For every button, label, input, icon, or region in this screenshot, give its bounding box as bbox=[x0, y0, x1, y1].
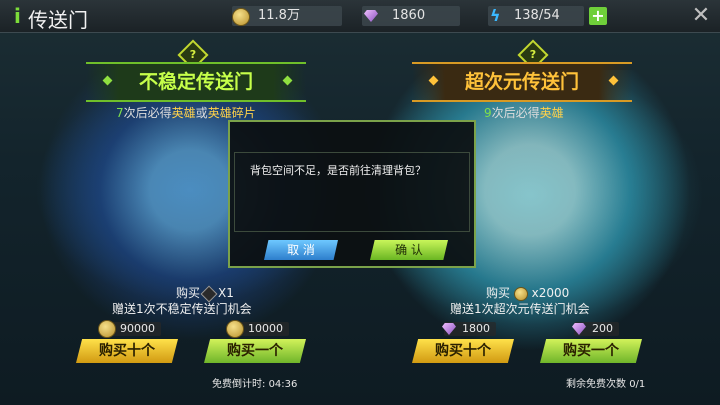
unstable-buy-one-button[interactable]: 购买一个 bbox=[204, 339, 306, 363]
free-remaining: 剩余免费次数 0/1 bbox=[566, 379, 646, 390]
hyperdimension-one-price: 200 bbox=[572, 322, 619, 336]
page-title: 传送门 bbox=[28, 8, 88, 32]
coin-amount: 11.8万 bbox=[258, 8, 300, 23]
inventory-full-dialog: 背包空间不足，是否前往清理背包？ 取 消 确 认 bbox=[228, 120, 476, 268]
lightning-icon: ϟ bbox=[490, 6, 501, 25]
coin-icon bbox=[98, 320, 116, 338]
hyperdimension-gift-info: 赠送1次超次元传送门机会 bbox=[450, 302, 590, 316]
unstable-ten-price: 90000 bbox=[98, 320, 161, 338]
cancel-button[interactable]: 取 消 bbox=[264, 240, 338, 260]
unstable-portal-title: 不稳定传送门 bbox=[86, 62, 306, 102]
unstable-one-price: 10000 bbox=[226, 320, 289, 338]
coin-icon bbox=[226, 320, 244, 338]
back-icon[interactable]: i bbox=[14, 4, 21, 28]
gem-resource: 1860 bbox=[362, 6, 460, 26]
dialog-message: 背包空间不足，是否前往清理背包？ bbox=[250, 164, 426, 177]
gem-amount: 1860 bbox=[392, 8, 426, 23]
unstable-buy-ten-button[interactable]: 购买十个 bbox=[76, 339, 178, 363]
close-button[interactable]: ✕ bbox=[682, 0, 720, 32]
coin-icon bbox=[513, 286, 528, 301]
energy-amount: 138/54 bbox=[514, 8, 560, 23]
energy-resource: ϟ 138/54 bbox=[488, 6, 584, 26]
hyperdimension-ten-price: 1800 bbox=[442, 322, 496, 336]
confirm-button[interactable]: 确 认 bbox=[370, 240, 448, 260]
unstable-buy-info: 购买 X1 bbox=[176, 285, 234, 302]
gem-icon bbox=[442, 323, 456, 335]
gem-icon bbox=[572, 323, 586, 335]
add-energy-button[interactable]: + bbox=[589, 7, 607, 25]
unstable-portal-guarantee: 7次后必得英雄或英雄碎片 bbox=[116, 106, 256, 120]
coin-icon bbox=[232, 8, 250, 26]
free-countdown: 免费倒计时: 04:36 bbox=[212, 379, 298, 390]
hyperdimension-buy-info: 购买 x2000 bbox=[486, 286, 570, 301]
unstable-gift-info: 赠送1次不稳定传送门机会 bbox=[112, 302, 252, 316]
hyperdimension-portal-title: 超次元传送门 bbox=[412, 62, 632, 102]
coin-resource: 11.8万 bbox=[232, 6, 342, 26]
gem-icon bbox=[364, 10, 378, 22]
hyperdimension-portal-guarantee: 9次后必得英雄 bbox=[484, 106, 564, 120]
hyperdimension-buy-one-button[interactable]: 购买一个 bbox=[540, 339, 642, 363]
top-bar: i 传送门 11.8万 1860 ϟ 138/54 + ✕ bbox=[0, 0, 720, 33]
hyperdimension-buy-ten-button[interactable]: 购买十个 bbox=[412, 339, 514, 363]
